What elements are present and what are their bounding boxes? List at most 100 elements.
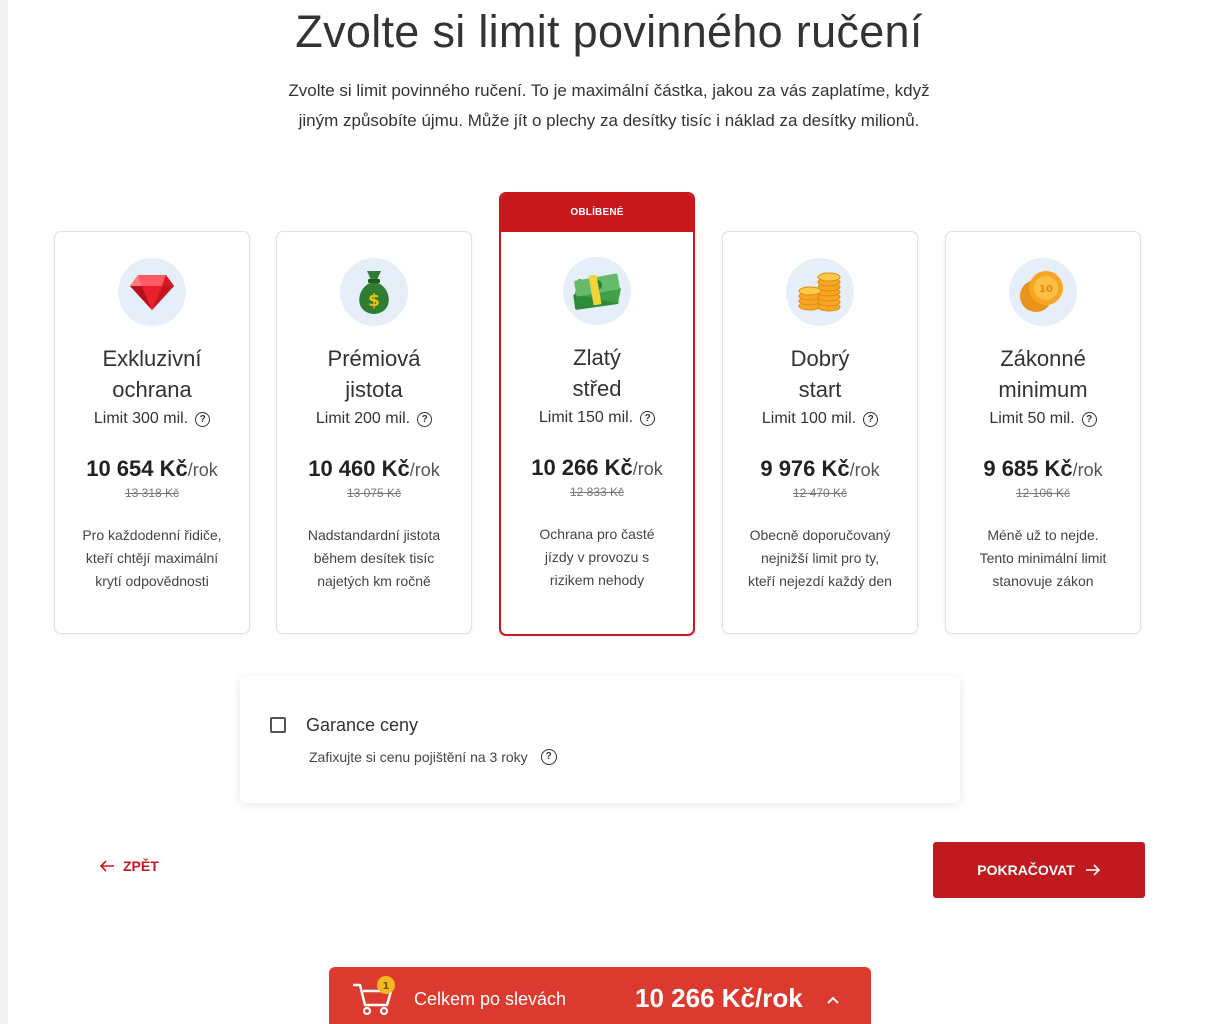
diamond-icon — [118, 258, 186, 326]
help-icon[interactable]: ? — [863, 411, 879, 427]
plan-description-line: Obecně doporučovaný — [749, 527, 891, 543]
plan-price-period: /rok — [187, 460, 218, 480]
plan-limit: Limit 50 mil. ? — [946, 410, 1140, 428]
plan-limit: Limit 150 mil. ? — [501, 409, 693, 427]
page-subtitle: Zvolte si limit povinného ručení. To je … — [234, 76, 984, 136]
plan-card-zakonne-minimum[interactable]: 10 Zákonné minimum Limit 50 mil. ? 9 685… — [945, 231, 1141, 634]
plan-card-zlaty-stred[interactable]: OBLÍBENÉ Zlatý střed Limit 150 mil. ? 10… — [499, 192, 695, 636]
plan-price: 10 460 Kč/rok — [277, 456, 471, 482]
plan-name-line: Dobrý — [790, 346, 850, 371]
plan-price-period: /rok — [849, 460, 880, 480]
plan-name-line: Exkluzivní — [102, 346, 202, 371]
subtitle-line: jiným způsobíte újmu. Může jít o plechy … — [298, 111, 920, 130]
price-guarantee-box: Garance ceny Zafixujte si cenu pojištění… — [240, 676, 960, 803]
back-button-label: ZPĚT — [123, 858, 159, 874]
cash-stack-icon — [563, 257, 631, 325]
continue-button[interactable]: POKRAČOVAT — [933, 842, 1145, 898]
plan-description-line: najetých km ročně — [317, 573, 431, 589]
popular-badge: OBLÍBENÉ — [501, 194, 693, 232]
plan-limit-text: Limit 100 mil. — [761, 410, 857, 427]
plan-old-price: 13 318 Kč — [124, 486, 180, 500]
plan-description: Nadstandardní jistota během desítek tisí… — [277, 524, 471, 593]
plan-description-line: Tento minimální limit — [979, 550, 1107, 566]
back-button[interactable]: ZPĚT — [99, 858, 159, 874]
plan-name-line: Zákonné — [1000, 346, 1086, 371]
page: Zvolte si limit povinného ručení Zvolte … — [8, 0, 1210, 1024]
plan-description-line: rizikem nehody — [549, 572, 645, 588]
cart-count: 1 — [383, 981, 390, 992]
chevron-up-icon[interactable] — [827, 991, 839, 1009]
plan-description-line: kteří nejezdí každý den — [748, 573, 892, 589]
plan-price-period: /rok — [409, 460, 440, 480]
help-icon[interactable]: ? — [417, 411, 433, 427]
plan-name: Dobrý start — [723, 343, 917, 405]
plan-description: Obecně doporučovaný nejnižší limit pro t… — [723, 524, 917, 593]
cart-summary-bar[interactable]: 1 Celkem po slevách 10 266 Kč/rok — [329, 967, 871, 1024]
plan-limit: Limit 100 mil. ? — [723, 410, 917, 428]
plan-limit: Limit 300 mil. ? — [55, 410, 249, 428]
svg-text:$: $ — [368, 291, 380, 311]
plan-description: Ochrana pro časté jízdy v provozu s rizi… — [501, 523, 693, 592]
coin-icon: 10 — [1009, 258, 1077, 326]
plan-price-value: 10 654 Kč — [86, 456, 188, 481]
plan-name-line: start — [798, 377, 842, 402]
plan-name-line: střed — [572, 376, 622, 401]
plan-description-line: nejnižší limit pro ty, — [761, 550, 879, 566]
plan-description: Méně už to nejde. Tento minimální limit … — [946, 524, 1140, 593]
coin-stack-icon — [786, 258, 854, 326]
plan-limit: Limit 200 mil. ? — [277, 410, 471, 428]
plan-price-period: /rok — [632, 459, 663, 479]
plan-name-line: jistota — [345, 377, 403, 402]
plan-price-value: 9 685 Kč — [983, 456, 1073, 481]
help-icon[interactable]: ? — [540, 749, 557, 765]
help-icon[interactable]: ? — [195, 411, 211, 427]
plan-price: 9 685 Kč/rok — [946, 456, 1140, 482]
help-icon[interactable]: ? — [640, 410, 656, 426]
svg-text:10: 10 — [1039, 284, 1053, 295]
plan-price-period: /rok — [1072, 460, 1103, 480]
plan-name-line: Prémiová — [327, 346, 421, 371]
price-guarantee-checkbox[interactable] — [270, 717, 286, 733]
plan-name: Prémiová jistota — [277, 343, 471, 405]
price-guarantee-label[interactable]: Garance ceny — [306, 715, 418, 736]
plan-card-dobry-start[interactable]: Dobrý start Limit 100 mil. ? 9 976 Kč/ro… — [722, 231, 918, 634]
cart-total: 10 266 Kč/rok — [635, 983, 803, 1013]
plan-price-value: 10 266 Kč — [531, 455, 633, 480]
cart-icon: 1 — [349, 975, 401, 1024]
plan-old-price: 13 075 Kč — [346, 486, 402, 500]
plan-name: Zákonné minimum — [946, 343, 1140, 405]
plan-description-line: Ochrana pro časté — [539, 526, 655, 542]
plan-price-value: 10 460 Kč — [308, 456, 410, 481]
plan-price: 10 654 Kč/rok — [55, 456, 249, 482]
continue-button-label: POKRAČOVAT — [977, 862, 1075, 878]
plan-description-line: Méně už to nejde. — [987, 527, 1099, 543]
plan-description: Pro každodenní řidiče, kteří chtějí maxi… — [55, 524, 249, 593]
help-icon[interactable]: ? — [1081, 411, 1097, 427]
plan-description-line: jízdy v provozu s — [544, 549, 650, 565]
plan-limit-text: Limit 150 mil. — [538, 409, 634, 426]
plan-price: 10 266 Kč/rok — [501, 455, 693, 481]
plan-card-premiova[interactable]: $ Prémiová jistota Limit 200 mil. ? 10 4… — [276, 231, 472, 634]
subtitle-line: Zvolte si limit povinného ručení. To je … — [288, 81, 930, 100]
cart-label: Celkem po slevách — [414, 989, 567, 1009]
plan-description-line: Nadstandardní jistota — [307, 527, 441, 543]
plan-price-value: 9 976 Kč — [760, 456, 850, 481]
plan-limit-text: Limit 300 mil. — [93, 410, 189, 427]
plan-old-price: 12 470 Kč — [792, 486, 848, 500]
plan-card-exkluzivni[interactable]: Exkluzivní ochrana Limit 300 mil. ? 10 6… — [54, 231, 250, 634]
plan-name: Exkluzivní ochrana — [55, 343, 249, 405]
page-title: Zvolte si limit povinného ručení — [295, 6, 923, 57]
plan-name-line: ochrana — [112, 377, 192, 402]
plan-description-line: Pro každodenní řidiče, — [82, 527, 222, 543]
plan-description-line: stanovuje zákon — [992, 573, 1094, 589]
price-guarantee-text: Zafixujte si cenu pojištění na 3 roky — [309, 749, 528, 765]
plan-price: 9 976 Kč/rok — [723, 456, 917, 482]
arrow-right-icon — [1085, 864, 1100, 876]
plan-name: Zlatý střed — [501, 342, 693, 404]
money-bag-icon: $ — [340, 258, 408, 326]
plan-name-line: Zlatý — [573, 345, 621, 370]
arrow-left-icon — [99, 860, 114, 872]
plan-description-line: kteří chtějí maximální — [85, 550, 219, 566]
plan-description-line: krytí odpovědnosti — [95, 573, 209, 589]
plan-limit-text: Limit 50 mil. — [989, 410, 1075, 427]
